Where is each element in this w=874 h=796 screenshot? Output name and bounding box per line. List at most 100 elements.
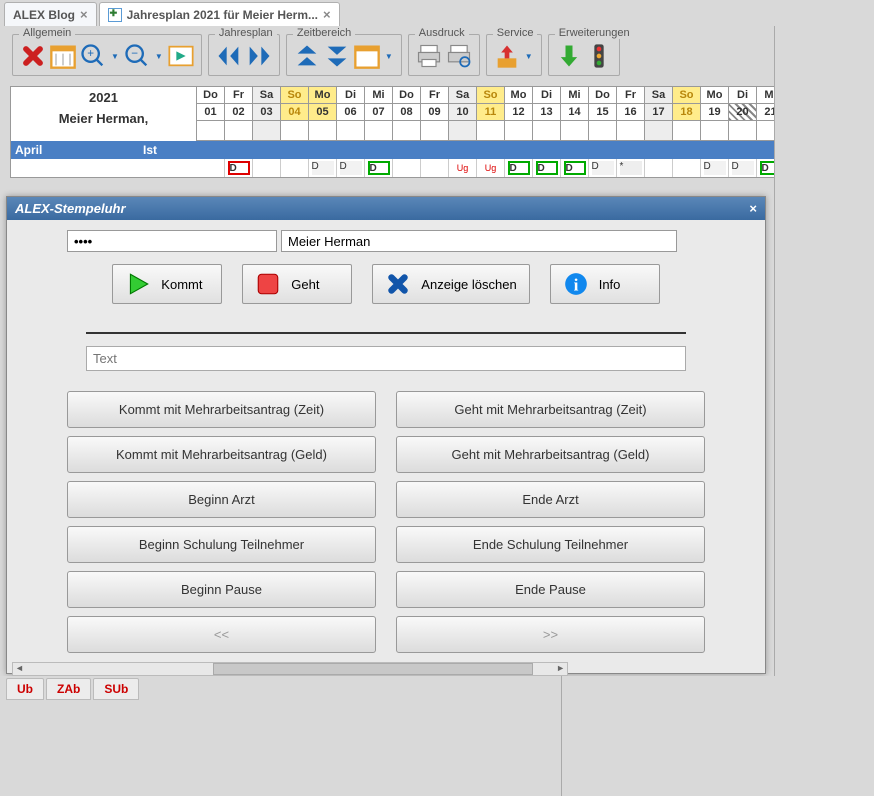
day-column[interactable]: Di13 (533, 87, 561, 141)
dropdown-icon[interactable]: ▼ (383, 52, 395, 61)
day-column[interactable]: Fr09 (421, 87, 449, 141)
data-cell[interactable]: D (589, 159, 617, 177)
clear-button[interactable]: Anzeige löschen (372, 264, 529, 304)
data-cell[interactable] (253, 159, 281, 177)
print-icon[interactable] (415, 41, 443, 71)
down-icon[interactable] (323, 41, 351, 71)
data-cell[interactable] (281, 159, 309, 177)
data-cell[interactable] (393, 159, 421, 177)
play-icon[interactable] (167, 41, 195, 71)
action-button[interactable]: Ende Arzt (396, 481, 705, 518)
info-button[interactable]: i Info (550, 264, 660, 304)
calendar-select-icon[interactable] (353, 41, 381, 71)
data-cell[interactable]: D (701, 159, 729, 177)
tab-sub[interactable]: SUb (93, 678, 139, 700)
dialog-title-bar[interactable]: ALEX-Stempeluhr × (7, 197, 765, 220)
action-button[interactable]: Geht mit Mehrarbeitsantrag (Zeit) (396, 391, 705, 428)
action-button[interactable]: Kommt mit Mehrarbeitsantrag (Zeit) (67, 391, 376, 428)
data-cell[interactable] (673, 159, 701, 177)
data-cell[interactable]: D (561, 159, 589, 177)
data-cell[interactable] (421, 159, 449, 177)
zoom-in-icon[interactable]: + (79, 41, 107, 71)
horizontal-scrollbar[interactable] (12, 662, 568, 676)
day-column[interactable]: So18 (673, 87, 701, 141)
calendar: 2021 Meier Herman, Do01Fr02Sa03So04Mo05D… (10, 86, 864, 178)
action-button[interactable]: Beginn Pause (67, 571, 376, 608)
next-icon[interactable] (245, 41, 273, 71)
calendar-icon[interactable] (49, 41, 77, 71)
group-zeitbereich: Zeitbereich ▼ (286, 34, 402, 76)
print-preview-icon[interactable] (445, 41, 473, 71)
geht-button[interactable]: Geht (242, 264, 352, 304)
day-column[interactable]: Di06 (337, 87, 365, 141)
day-column[interactable]: Fr16 (617, 87, 645, 141)
traffic-light-icon[interactable] (585, 41, 613, 71)
main-area: Allgemein + ▼ − ▼ Jahresplan Zeitbereich… (0, 26, 874, 182)
tab-ub[interactable]: Ub (6, 678, 44, 700)
day-column[interactable]: Do15 (589, 87, 617, 141)
action-button[interactable]: Geht mit Mehrarbeitsantrag (Geld) (396, 436, 705, 473)
action-button[interactable]: Kommt mit Mehrarbeitsantrag (Geld) (67, 436, 376, 473)
day-column[interactable]: Mo19 (701, 87, 729, 141)
data-cell[interactable]: Ug (449, 159, 477, 177)
day-column[interactable]: So04 (281, 87, 309, 141)
data-cell[interactable]: D (225, 159, 253, 177)
day-column[interactable]: Do01 (197, 87, 225, 141)
prev-icon[interactable] (215, 41, 243, 71)
action-button[interactable]: Ende Pause (396, 571, 705, 608)
data-cell[interactable]: D (533, 159, 561, 177)
data-cell[interactable] (645, 159, 673, 177)
scrollbar-thumb[interactable] (213, 663, 533, 675)
day-column[interactable]: Mo05 (309, 87, 337, 141)
tab-jahresplan[interactable]: Jahresplan 2021 für Meier Herm... × (99, 2, 340, 26)
prev-page-button[interactable]: << (67, 616, 376, 653)
day-column[interactable]: Mi14 (561, 87, 589, 141)
data-cell[interactable]: D (337, 159, 365, 177)
time-input[interactable] (86, 314, 686, 334)
delete-icon[interactable] (19, 41, 47, 71)
dialog-title: ALEX-Stempeluhr (15, 201, 126, 216)
kommt-button[interactable]: Kommt (112, 264, 222, 304)
action-button[interactable]: Beginn Schulung Teilnehmer (67, 526, 376, 563)
upload-icon[interactable] (493, 41, 521, 71)
action-button[interactable]: Beginn Arzt (67, 481, 376, 518)
day-column[interactable]: Do08 (393, 87, 421, 141)
action-button[interactable]: Ende Schulung Teilnehmer (396, 526, 705, 563)
day-column[interactable]: Sa03 (253, 87, 281, 141)
dropdown-icon[interactable]: ▼ (153, 52, 165, 61)
data-cell[interactable]: D (365, 159, 393, 177)
day-column[interactable]: Di20 (729, 87, 757, 141)
data-cell[interactable]: D (729, 159, 757, 177)
toolbar: Allgemein + ▼ − ▼ Jahresplan Zeitbereich… (4, 30, 870, 86)
dropdown-icon[interactable]: ▼ (523, 52, 535, 61)
group-allgemein: Allgemein + ▼ − ▼ (12, 34, 202, 76)
tab-zab[interactable]: ZAb (46, 678, 91, 700)
data-cell[interactable]: D (505, 159, 533, 177)
next-page-button[interactable]: >> (396, 616, 705, 653)
day-column[interactable]: Sa10 (449, 87, 477, 141)
tabs-bar: ALEX Blog × Jahresplan 2021 für Meier He… (0, 0, 874, 26)
tab-alex-blog[interactable]: ALEX Blog × (4, 2, 97, 26)
data-cell[interactable]: D (309, 159, 337, 177)
data-cell[interactable]: * (617, 159, 645, 177)
day-column[interactable]: Sa17 (645, 87, 673, 141)
data-cell[interactable] (197, 159, 225, 177)
day-column[interactable]: So11 (477, 87, 505, 141)
close-icon[interactable]: × (80, 7, 88, 22)
svg-text:i: i (573, 276, 578, 295)
close-icon[interactable]: × (749, 201, 757, 216)
text-input[interactable] (86, 346, 686, 371)
day-column[interactable]: Fr02 (225, 87, 253, 141)
dropdown-icon[interactable]: ▼ (109, 52, 121, 61)
day-column[interactable]: Mo12 (505, 87, 533, 141)
day-column[interactable]: Mi07 (365, 87, 393, 141)
zoom-out-icon[interactable]: − (123, 41, 151, 71)
data-cell[interactable]: Ug (477, 159, 505, 177)
name-input[interactable] (281, 230, 677, 252)
password-input[interactable] (67, 230, 277, 252)
year-label: 2021 (11, 87, 196, 108)
download-icon[interactable] (555, 41, 583, 71)
up-icon[interactable] (293, 41, 321, 71)
right-panel (774, 26, 874, 676)
close-icon[interactable]: × (323, 7, 331, 22)
